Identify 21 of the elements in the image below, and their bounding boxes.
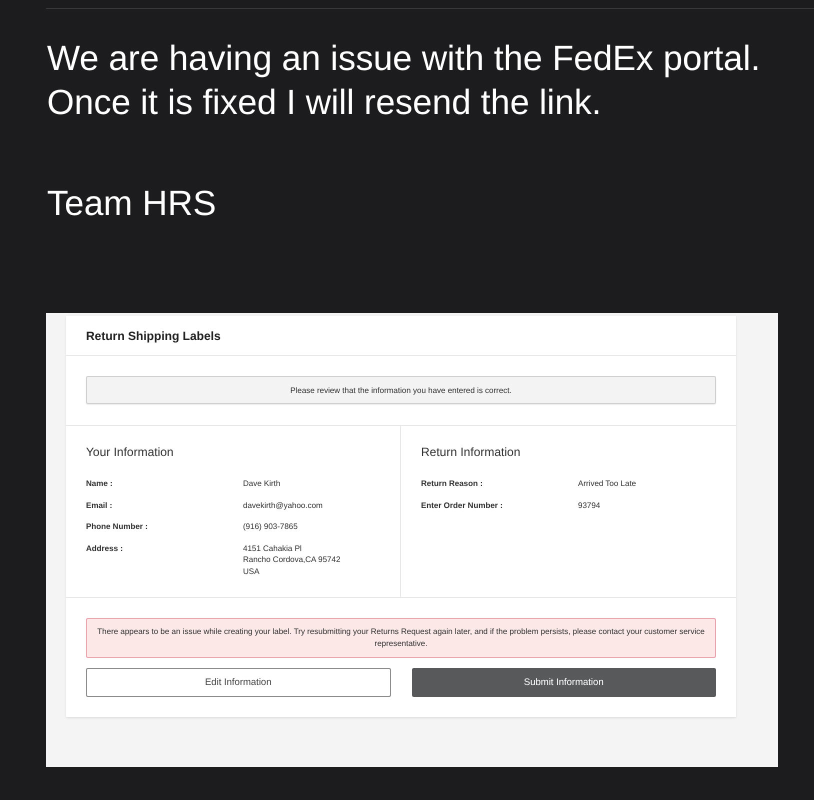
field-label: Return Reason : bbox=[421, 478, 483, 490]
field-value: 4151 Cahakia Pl Rancho Cordova,CA 95742 USA bbox=[243, 542, 340, 577]
error-banner: There appears to be an issue while creating your label. Try resubmitting your Returns Request again later, and if the problem persists, please contact your customer service representative. bbox=[86, 618, 716, 658]
field-label: Email : bbox=[86, 500, 112, 511]
section-title: Your Information bbox=[86, 444, 175, 460]
field-value: davekirth@yahoo.com bbox=[243, 500, 323, 511]
field-label: Address : bbox=[86, 542, 123, 554]
notice-banner: Please review that the information you have entered is correct. bbox=[86, 376, 716, 404]
message-text: We are having an issue with the FedEx portal. Once it is fixed I will resend the link. bbox=[47, 38, 762, 124]
field-value: 93794 bbox=[578, 500, 600, 511]
field-label: Phone Number : bbox=[86, 521, 148, 532]
signature-text: Team HRS bbox=[47, 183, 218, 225]
field-label: Name : bbox=[86, 478, 113, 490]
section-title: Return Information bbox=[421, 444, 522, 460]
field-label: Enter Order Number : bbox=[421, 500, 503, 511]
card-title: Return Shipping Labels bbox=[86, 328, 221, 342]
edit-button[interactable]: Edit Information bbox=[86, 668, 390, 697]
field-value: Dave Kirth bbox=[243, 478, 280, 490]
field-value: Arrived Too Late bbox=[578, 478, 636, 490]
field-value: (916) 903-7865 bbox=[243, 521, 298, 532]
submit-button[interactable]: Submit Information bbox=[412, 668, 716, 697]
